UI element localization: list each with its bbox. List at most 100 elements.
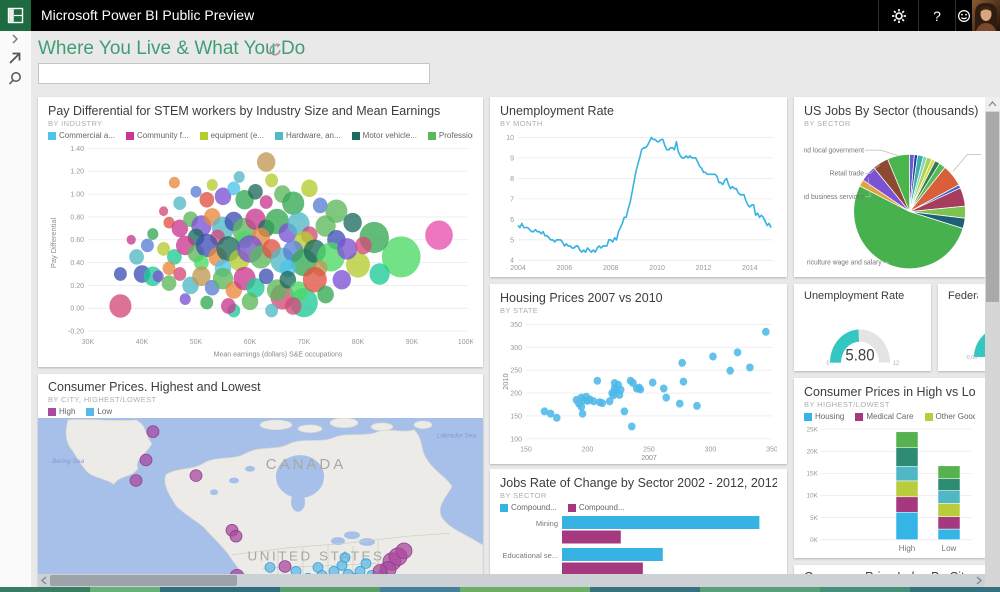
line-chart: 456789102004 2006 2008 2010 2012 2014 — [506, 133, 773, 272]
svg-text:10: 10 — [506, 133, 514, 142]
svg-text:Educational se...: Educational se... — [503, 551, 558, 560]
search-icon[interactable] — [8, 72, 21, 85]
legend-item[interactable]: equipment (e... — [199, 129, 264, 142]
svg-text:150: 150 — [510, 411, 522, 420]
tile-title: Consumer Prices. Highest and Lowest — [48, 380, 261, 394]
scroll-right-arrow[interactable] — [973, 574, 985, 587]
svg-text:2012: 2012 — [696, 263, 712, 272]
tile-housing-prices[interactable]: Housing Prices 2007 vs 2010 BY STATE 100… — [490, 284, 787, 464]
stacked-bar-chart: 0K 5K 10K 15K 20K 25K High Low — [806, 426, 972, 553]
legend-swatch — [924, 412, 933, 421]
legend-item[interactable]: Medical Care — [855, 410, 914, 423]
legend-item[interactable]: High — [48, 405, 75, 418]
tile-unemployment-rate-line[interactable]: Unemployment Rate BY MONTH 4 5 6 7 8 9 10 2004 2… — [490, 97, 787, 277]
svg-text:300: 300 — [705, 444, 717, 453]
svg-text:200: 200 — [510, 388, 522, 397]
svg-text:High: High — [899, 544, 915, 553]
settings-button[interactable] — [879, 0, 918, 31]
feedback-button[interactable] — [956, 0, 972, 31]
svg-text:5.80: 5.80 — [845, 347, 874, 365]
map: Bering Sea Labrador Sea CANADA UNITED ST… — [38, 418, 483, 585]
svg-text:ate and local government: ate and local government — [804, 147, 864, 154]
legend: Commercial a... Community f... equipment (… — [48, 129, 473, 142]
legend-label: Compound... — [511, 503, 557, 512]
legend-item[interactable]: Compound... — [500, 501, 557, 514]
svg-text:300: 300 — [510, 343, 522, 352]
svg-text:200: 200 — [582, 444, 594, 453]
tile-subtitle: BY SECTOR — [804, 119, 851, 128]
cut-off-tiles-strip — [0, 587, 1000, 592]
legend-item[interactable]: Other Good... — [924, 410, 975, 423]
legend-item[interactable]: Housing — [804, 410, 844, 423]
legend-label: Hardware, an... — [285, 131, 341, 140]
tile-title: Pay Differential for STEM workers by Ind… — [48, 104, 441, 118]
svg-text:12: 12 — [893, 361, 899, 367]
legend-swatch — [48, 407, 56, 416]
legend-item[interactable]: Low — [86, 405, 112, 418]
svg-text:0.20: 0.20 — [70, 281, 84, 290]
legend-label: Community f... — [137, 131, 189, 140]
tile-federal-funds-gauge[interactable]: Federal Fu 0.00 — [938, 284, 988, 371]
svg-text:70K: 70K — [298, 337, 311, 346]
open-dashboard-arrow-icon[interactable] — [9, 52, 21, 64]
tile-consumer-prices-stacked[interactable]: Consumer Prices in High vs Low Cities BY… — [794, 378, 985, 558]
tile-title: Unemployment Rate — [804, 290, 905, 302]
svg-text:2004: 2004 — [510, 263, 526, 272]
svg-text:0K: 0K — [810, 537, 819, 544]
tile-pay-differential[interactable]: Pay Differential for STEM workers by Ind… — [38, 97, 483, 367]
legend-swatch — [500, 503, 508, 512]
legend-item[interactable]: Community f... — [126, 129, 189, 142]
vertical-scrollbar[interactable] — [985, 97, 1000, 592]
svg-text:350: 350 — [766, 444, 777, 453]
gear-icon — [891, 8, 906, 23]
bubbles — [109, 152, 453, 318]
legend-swatch — [351, 131, 360, 140]
svg-text:80K: 80K — [352, 337, 365, 346]
legend: Compound... Compound... — [500, 501, 777, 514]
legend-label: High — [59, 407, 76, 416]
scroll-left-arrow[interactable] — [38, 574, 50, 587]
legend-item[interactable]: Hardware, an... — [274, 129, 341, 142]
tile-title: US Jobs By Sector (thousands) — [804, 104, 979, 118]
cut-off-tile-fragment — [0, 587, 90, 592]
svg-text:1.40: 1.40 — [70, 144, 84, 153]
horizontal-scroll-thumb[interactable] — [50, 575, 237, 586]
search-input[interactable] — [38, 63, 430, 84]
svg-text:0.00: 0.00 — [70, 304, 84, 313]
country-label: CANADA — [266, 457, 346, 473]
tile-unemployment-gauge[interactable]: Unemployment Rate 5.80 0 12 — [794, 284, 931, 371]
legend-item[interactable]: Compound... — [567, 501, 625, 514]
svg-text:Low: Low — [942, 544, 957, 553]
svg-text:15K: 15K — [806, 471, 818, 478]
svg-text:2008: 2008 — [603, 263, 619, 272]
legend-label: equipment (e... — [210, 131, 264, 140]
refresh-icon[interactable] — [268, 43, 282, 57]
cut-off-tile-fragment — [590, 587, 700, 592]
tile-us-jobs-by-sector[interactable]: US Jobs By Sector (thousands) BY SECTOR … — [794, 97, 985, 277]
tile-consumer-prices-map[interactable]: Consumer Prices. Highest and Lowest BY C… — [38, 374, 483, 585]
vertical-scroll-thumb[interactable] — [986, 112, 999, 302]
tile-title: Federal Fu — [948, 290, 978, 302]
svg-text:-0.20: -0.20 — [68, 326, 84, 335]
svg-text:2010: 2010 — [501, 373, 510, 389]
legend-label: Housing — [815, 412, 845, 421]
svg-text:40K: 40K — [136, 337, 149, 346]
horizontal-scrollbar[interactable] — [38, 574, 985, 587]
svg-text:Mining: Mining — [536, 519, 558, 528]
legend-swatch — [199, 131, 208, 140]
collapse-chevron-icon[interactable] — [12, 34, 18, 44]
legend-item[interactable]: Commercial a... — [48, 129, 115, 142]
cut-off-tile-fragment — [90, 587, 160, 592]
help-button[interactable]: ? — [919, 0, 955, 31]
scroll-up-arrow[interactable] — [985, 97, 1000, 111]
legend-item[interactable]: Motor vehicle... — [351, 129, 417, 142]
legend-item[interactable]: Professional a... — [427, 129, 473, 142]
svg-text:nal and business services: nal and business services — [804, 194, 865, 201]
power-bi-logo-icon[interactable] — [0, 0, 31, 31]
bubble-chart: 1.40 1.20 1.00 0.80 0.60 0.40 0.20 0.00 -0.20 30K… — [49, 144, 473, 359]
svg-text:0.00: 0.00 — [967, 355, 978, 361]
avatar[interactable] — [972, 0, 1000, 31]
svg-text:5: 5 — [510, 235, 514, 244]
svg-text:2006: 2006 — [557, 263, 573, 272]
cut-off-tile-fragment — [280, 587, 380, 592]
